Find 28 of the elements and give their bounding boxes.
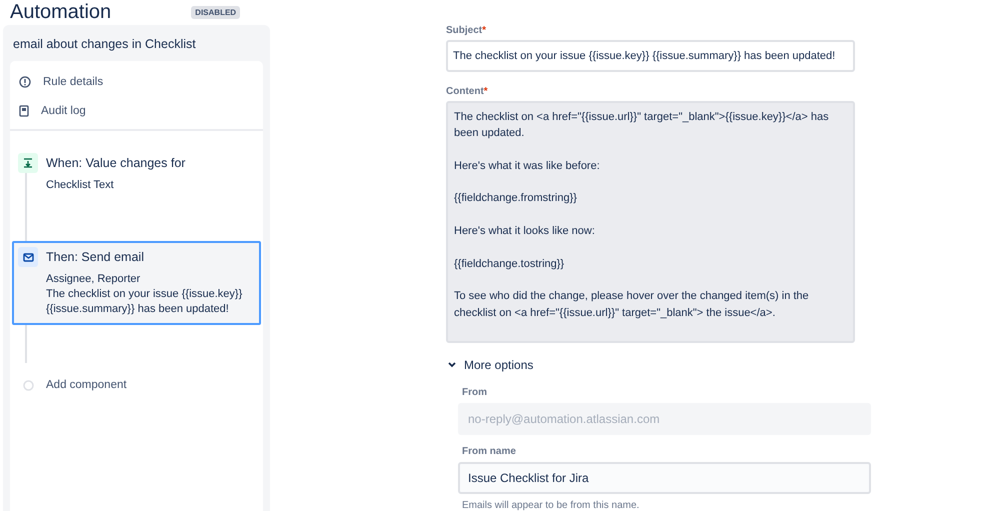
field-label: Subject* — [446, 25, 488, 36]
step-title: Then: Send email — [46, 249, 145, 266]
subject-field[interactable]: The checklist on your issue {{issue.key}} {{issue.summary}} has been updated! — [446, 40, 855, 72]
rule-name: email about changes in Checklist — [12, 36, 197, 53]
mail-icon — [18, 247, 38, 267]
page-title: Automation — [10, 0, 112, 24]
document-icon — [19, 104, 29, 116]
status-badge: DISABLED — [191, 6, 240, 19]
step-detail: Checklist Text — [46, 178, 115, 193]
download-icon — [18, 153, 38, 173]
more-options-toggle[interactable]: More options — [448, 357, 876, 373]
rule-step[interactable]: When: Value changes for Checklist Text — [12, 147, 261, 201]
content-field[interactable]: The checklist on <a href="{{issue.url}}" target="_blank">{{issue.key}}</a> has been updated. Here's what it was like before: {{fieldchange.fromstring}} Here's what it looks like now: {{fieldchange.tostring}} To see who did the change, please hover over the changed item(s) in the checklist on <a href="{{issue.url}}" target="_blank"> the issue</a>. — [446, 101, 855, 343]
field-label: Content* — [446, 86, 489, 97]
sidebar-item[interactable]: Audit log — [10, 96, 263, 125]
from-name-field[interactable]: Issue Checklist for Jira — [458, 462, 871, 494]
field-label: From name — [462, 446, 517, 457]
info-icon — [19, 76, 31, 88]
rule-step[interactable]: Then: Send email Assignee, Reporter The checklist on your issue {{issue.key}} {{issue.summary}} has been updated! — [12, 241, 261, 325]
step-title: When: Value changes for — [46, 155, 186, 172]
field-label: From — [462, 387, 488, 398]
rule-step[interactable]: Add component — [12, 369, 261, 403]
chevron-icon — [448, 362, 456, 368]
step-title: Add component — [46, 378, 127, 393]
sidebar-item[interactable]: Rule details — [10, 67, 263, 96]
help-text: Emails will appear to be from this name. — [462, 500, 640, 511]
step-detail: Assignee, Reporter — [46, 272, 142, 287]
step-detail: The checklist on your issue {{issue.key}} {{issue.summary}} has been updated! — [46, 287, 244, 317]
